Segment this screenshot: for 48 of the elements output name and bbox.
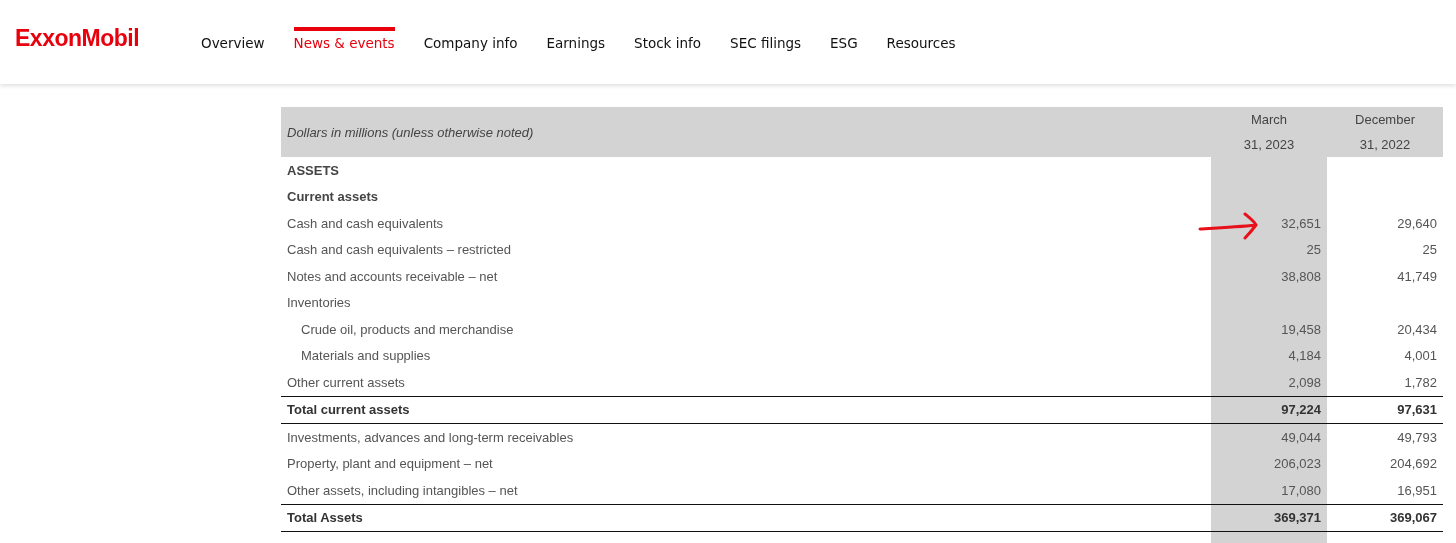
value-cell: 4,184 (1288, 348, 1321, 364)
row-label: Property, plant and equipment – net (287, 456, 493, 472)
value-cell: 41,749 (1397, 268, 1437, 284)
value-cell: 369,067 (1390, 510, 1437, 526)
value-cell: 2,098 (1288, 374, 1321, 390)
value-cell: 1,782 (1404, 374, 1437, 390)
row-label: Total current assets (287, 402, 410, 418)
nav-tab[interactable]: ESG (830, 27, 858, 57)
value-cell: 97,224 (1281, 402, 1321, 418)
value-cell: 19,458 (1281, 321, 1321, 337)
value-cell: 49,044 (1281, 429, 1321, 445)
value-cell: 4,001 (1404, 348, 1437, 364)
value-cell: 49,793 (1397, 429, 1437, 445)
row-label: Inventories (287, 295, 351, 311)
column-header: December 31, 2022 (1327, 107, 1443, 157)
nav-tab[interactable]: Overview (201, 27, 265, 57)
nav-tab[interactable]: SEC filings (730, 27, 802, 57)
value-cell: 16,951 (1397, 482, 1437, 498)
nav-tab[interactable]: Resources (886, 27, 956, 57)
value-cell: 25 (1422, 242, 1437, 258)
value-cell: 204,692 (1390, 456, 1437, 472)
row-label: Other assets, including intangibles – net (287, 482, 518, 498)
logo[interactable]: ExxonMobil (15, 24, 201, 52)
value-cell: 25 (1306, 242, 1321, 258)
row-label: Investments, advances and long-term receivables (287, 429, 574, 445)
value-cell: 38,808 (1281, 268, 1321, 284)
row-label: ASSETS (287, 162, 339, 178)
value-cell: 17,080 (1281, 482, 1321, 498)
row-label: Other current assets (287, 374, 405, 390)
nav-tab[interactable]: Company info (423, 27, 518, 57)
row-label: Total Assets (287, 510, 363, 526)
value-cell: 97,631 (1397, 402, 1437, 418)
nav-tab[interactable]: Stock info (634, 27, 702, 57)
row-label: Current assets (287, 189, 379, 205)
table-caption: Dollars in millions (unless otherwise noted) (281, 107, 1211, 157)
row-label: Notes and accounts receivable – net (287, 268, 498, 284)
column-header: March 31, 2023 (1211, 107, 1327, 157)
value-cell: 206,023 (1274, 456, 1321, 472)
value-cell: 369,371 (1274, 510, 1321, 526)
row-label: Cash and cash equivalents (287, 215, 444, 231)
row-label: Cash and cash equivalents – restricted (287, 242, 511, 258)
nav-tab[interactable]: News & events (293, 27, 395, 57)
value-cell: 32,651 (1281, 215, 1321, 231)
row-label: Crude oil, products and merchandise (301, 321, 514, 337)
nav-tab[interactable]: Earnings (546, 27, 606, 57)
value-cell: 29,640 (1397, 215, 1437, 231)
value-cell: 20,434 (1397, 321, 1437, 337)
row-label: Materials and supplies (301, 348, 431, 364)
